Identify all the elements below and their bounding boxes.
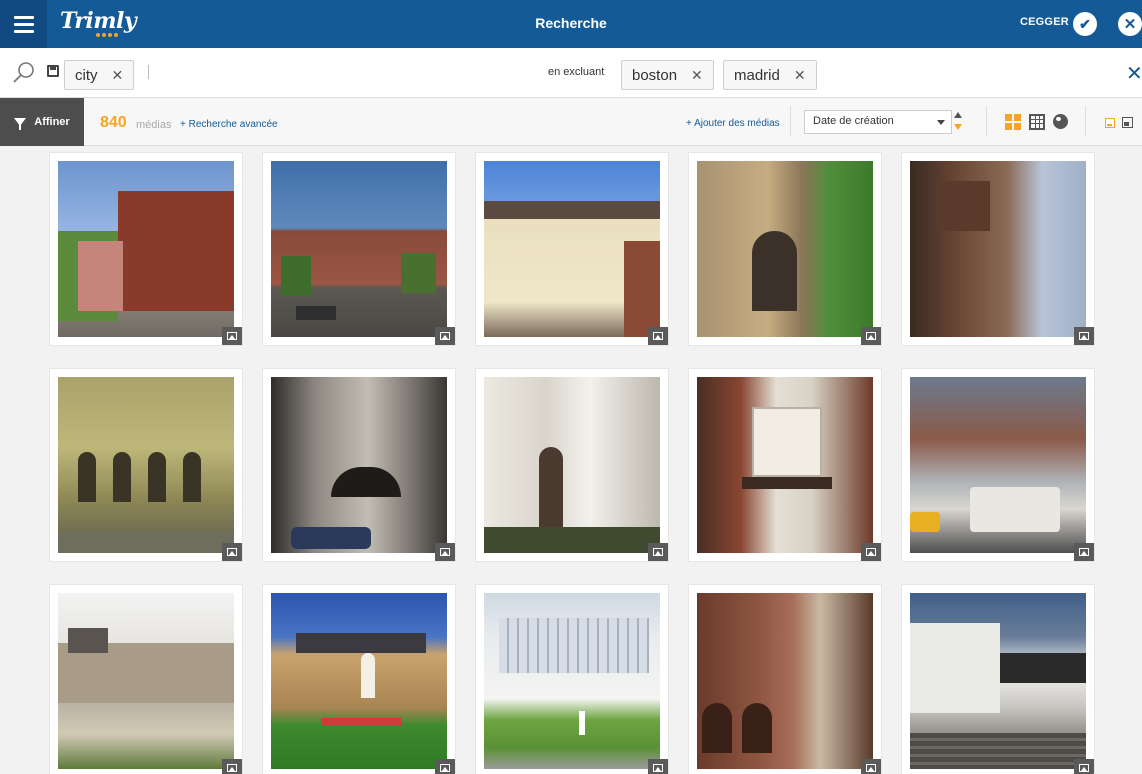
image-type-icon bbox=[648, 327, 668, 345]
media-thumbnail[interactable] bbox=[910, 377, 1086, 553]
search-bar: city ✕ en excluant boston ✕ madrid ✕ ✕ bbox=[0, 48, 1142, 98]
image-type-icon bbox=[861, 759, 881, 774]
image-type-icon bbox=[222, 327, 242, 345]
media-thumbnail[interactable] bbox=[271, 161, 447, 337]
media-card[interactable] bbox=[901, 584, 1095, 774]
media-thumbnail[interactable] bbox=[484, 377, 660, 553]
search-icon[interactable] bbox=[12, 61, 36, 85]
remove-tag-icon[interactable]: ✕ bbox=[112, 67, 124, 84]
media-card[interactable] bbox=[475, 368, 669, 562]
divider bbox=[986, 106, 987, 136]
result-count-unit: médias bbox=[136, 119, 172, 131]
grid-view-icon[interactable] bbox=[1005, 114, 1021, 130]
medium-thumbnail-icon[interactable] bbox=[1122, 117, 1133, 128]
exclude-label: en excluant bbox=[548, 66, 605, 78]
media-thumbnail[interactable] bbox=[910, 593, 1086, 769]
image-type-icon bbox=[861, 327, 881, 345]
divider bbox=[790, 106, 791, 136]
user-name[interactable]: CEGGER bbox=[1020, 16, 1069, 28]
media-thumbnail[interactable] bbox=[697, 593, 873, 769]
media-thumbnail[interactable] bbox=[58, 161, 234, 337]
results-toolbar: Affiner 840 médias + Recherche avancée +… bbox=[0, 98, 1142, 146]
image-type-icon bbox=[222, 759, 242, 774]
image-type-icon bbox=[1074, 759, 1094, 774]
tag-label: city bbox=[75, 66, 98, 84]
media-thumbnail[interactable] bbox=[910, 161, 1086, 337]
media-thumbnail[interactable] bbox=[697, 161, 873, 337]
remove-tag-icon[interactable]: ✕ bbox=[794, 67, 806, 84]
search-input-cursor[interactable] bbox=[148, 65, 149, 79]
image-type-icon bbox=[1074, 543, 1094, 561]
sort-direction-icon[interactable] bbox=[954, 110, 964, 134]
refine-label: Affiner bbox=[34, 116, 70, 128]
media-thumbnail[interactable] bbox=[697, 377, 873, 553]
sort-value: Date de création bbox=[813, 115, 894, 127]
search-tag-city[interactable]: city ✕ bbox=[64, 60, 135, 90]
media-card[interactable] bbox=[901, 152, 1095, 346]
image-type-icon bbox=[222, 543, 242, 561]
media-card[interactable] bbox=[49, 368, 243, 562]
refine-button[interactable]: Affiner bbox=[0, 98, 84, 146]
image-type-icon bbox=[1074, 327, 1094, 345]
result-count: 840 bbox=[100, 114, 127, 131]
table-view-icon[interactable] bbox=[1029, 114, 1045, 130]
chevron-down-icon bbox=[937, 120, 945, 125]
image-type-icon bbox=[435, 759, 455, 774]
media-thumbnail[interactable] bbox=[484, 161, 660, 337]
media-card[interactable] bbox=[688, 368, 882, 562]
media-card[interactable] bbox=[262, 584, 456, 774]
media-card[interactable] bbox=[49, 152, 243, 346]
exclude-tag-madrid[interactable]: madrid ✕ bbox=[723, 60, 817, 90]
media-card[interactable] bbox=[262, 152, 456, 346]
image-type-icon bbox=[435, 327, 455, 345]
add-media-link[interactable]: + Ajouter des médias bbox=[686, 118, 780, 129]
media-thumbnail[interactable] bbox=[271, 593, 447, 769]
image-type-icon bbox=[861, 543, 881, 561]
sort-select[interactable]: Date de création bbox=[804, 110, 952, 134]
media-card[interactable] bbox=[475, 152, 669, 346]
media-card[interactable] bbox=[49, 584, 243, 774]
filter-icon bbox=[14, 118, 27, 130]
save-icon[interactable] bbox=[47, 65, 59, 77]
media-card[interactable] bbox=[475, 584, 669, 774]
small-thumbnail-icon[interactable] bbox=[1105, 118, 1115, 128]
media-thumbnail[interactable] bbox=[58, 593, 234, 769]
top-bar: Trimly Recherche CEGGER ✔ ✕ bbox=[0, 0, 1142, 48]
user-check-icon[interactable]: ✔ bbox=[1073, 12, 1097, 36]
tag-label: boston bbox=[632, 66, 678, 84]
map-view-icon[interactable] bbox=[1053, 114, 1068, 129]
media-thumbnail[interactable] bbox=[58, 377, 234, 553]
tag-label: madrid bbox=[734, 66, 780, 84]
media-card[interactable] bbox=[262, 368, 456, 562]
media-card[interactable] bbox=[901, 368, 1095, 562]
clear-search-icon[interactable]: ✕ bbox=[1126, 61, 1142, 86]
image-type-icon bbox=[648, 543, 668, 561]
logo-dots bbox=[96, 33, 118, 37]
close-icon[interactable]: ✕ bbox=[1118, 12, 1142, 36]
media-card[interactable] bbox=[688, 152, 882, 346]
image-type-icon bbox=[435, 543, 455, 561]
exclude-tag-boston[interactable]: boston ✕ bbox=[621, 60, 714, 90]
remove-tag-icon[interactable]: ✕ bbox=[691, 67, 703, 84]
advanced-search-link[interactable]: + Recherche avancée bbox=[180, 119, 278, 130]
media-thumbnail[interactable] bbox=[271, 377, 447, 553]
divider bbox=[1085, 106, 1086, 136]
media-thumbnail[interactable] bbox=[484, 593, 660, 769]
media-card[interactable] bbox=[688, 584, 882, 774]
page-title: Recherche bbox=[535, 15, 607, 31]
image-type-icon bbox=[648, 759, 668, 774]
